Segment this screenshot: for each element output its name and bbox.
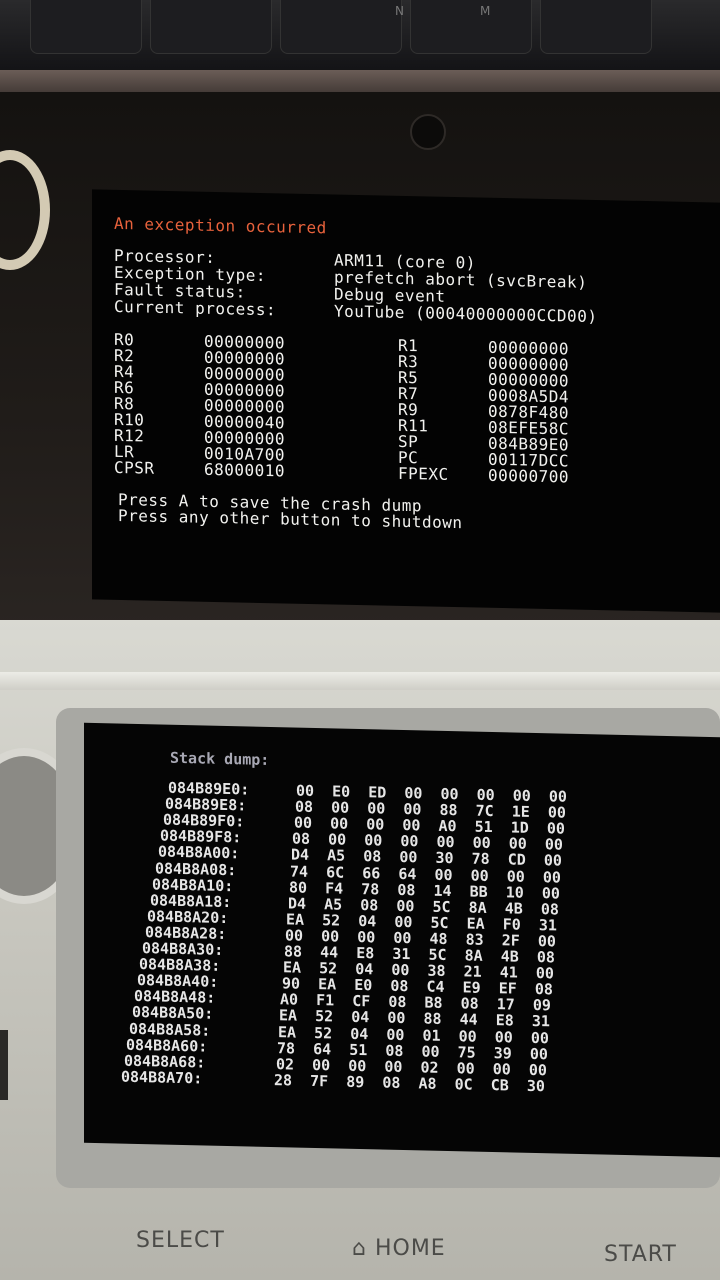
select-button[interactable]: SELECT [136, 1228, 225, 1253]
register-name-cpsr: CPSR [114, 457, 155, 478]
start-button[interactable]: START [604, 1242, 677, 1267]
current-process-label: Current process: [114, 296, 277, 320]
camera-lens [410, 114, 446, 150]
side-button[interactable] [0, 1030, 8, 1100]
current-process-value: YouTube (00040000000CCD00) [334, 301, 598, 327]
register-value-fpexc: 00000700 [488, 465, 570, 487]
keyboard-key [540, 0, 652, 54]
stack-dump-title: Stack dump: [170, 748, 270, 769]
exception-title: An exception occurred [114, 213, 327, 238]
keyboard-key [150, 0, 272, 54]
stack-address: 084B8A70: [121, 1067, 203, 1088]
keyboard-key [30, 0, 142, 54]
home-icon: ⌂ [352, 1236, 367, 1261]
stack-bytes: 28 7F 89 08 A8 0C CB 30 [274, 1070, 545, 1096]
register-name-fpexc: FPEXC [398, 463, 449, 484]
bottom-screen[interactable]: Stack dump: 084B89E0: 00 E0 ED 00 00 00 0… [84, 722, 720, 1158]
home-button[interactable]: ⌂ HOME [352, 1236, 446, 1261]
shutdown-prompt: Press any other button to shutdown [118, 505, 463, 533]
keyboard-key [280, 0, 402, 54]
keyboard-key [410, 0, 532, 54]
home-button-label: HOME [374, 1236, 446, 1261]
shell-ridge [0, 672, 720, 690]
keyboard-background: N M [0, 0, 720, 78]
keyboard-letter-n: N [395, 4, 404, 18]
register-value-cpsr: 68000010 [204, 459, 286, 481]
keyboard-letter-m: M [480, 4, 491, 18]
top-screen: An exception occurred Processor: ARM11 (… [92, 189, 720, 613]
